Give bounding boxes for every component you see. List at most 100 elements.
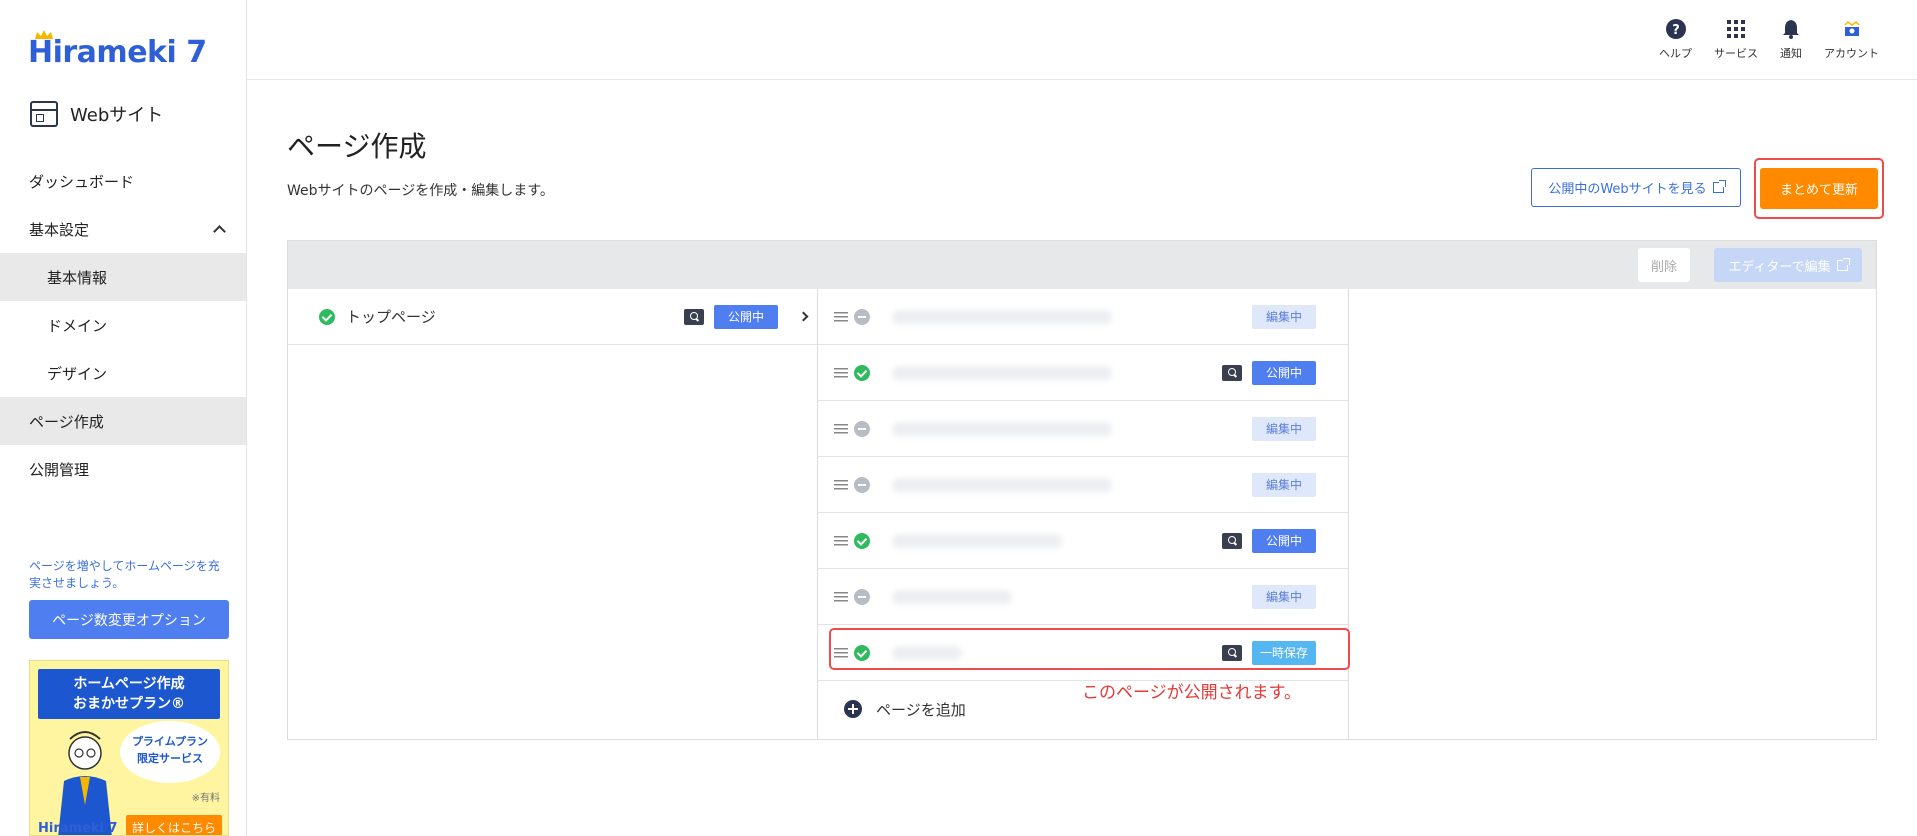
brand-logo[interactable]: Hirameki 7 [28,30,207,70]
sidebar-item-label: ドメイン [47,316,108,335]
page-count-option-button[interactable]: ページ数変更オプション [29,600,229,639]
drag-handle-icon[interactable] [834,311,848,322]
delete-button[interactable]: 削除 [1638,248,1690,282]
page-name-blurred [892,365,1112,380]
view-published-site-button[interactable]: 公開中のWebサイトを見る [1531,168,1741,207]
account-label: アカウント [1824,47,1879,60]
child-page-row[interactable]: 編集中 [818,401,1348,457]
sidebar-item-label: 基本設定 [29,220,90,239]
row-actions: 公開中 [1222,528,1316,553]
chevron-up-icon [213,225,226,238]
status-badge: 編集中 [1252,472,1316,497]
sidebar-item-design[interactable]: デザイン [0,349,246,397]
page-name-blurred [892,533,1062,548]
person-illustration [58,731,112,835]
page-title: ページ作成 [287,130,427,163]
draft-icon [854,420,870,437]
help-button[interactable]: ? ヘルプ [1659,18,1692,61]
services-button[interactable]: サービス [1714,18,1758,61]
add-icon [844,700,862,718]
bulk-update-button[interactable]: まとめて更新 [1760,168,1878,209]
child-page-row[interactable]: 編集中 [818,289,1348,345]
drag-handle-icon[interactable] [834,423,848,434]
services-label: サービス [1714,47,1758,60]
sidebar-item-label: ページ作成 [29,412,104,431]
view-site-label: 公開中のWebサイトを見る [1548,182,1707,197]
row-actions: 公開中 [1222,360,1316,385]
drag-handle-icon[interactable] [834,479,848,490]
draft-icon [854,588,870,605]
sidebar-item-basic-info[interactable]: 基本情報 [0,253,246,301]
preview-icon[interactable] [1222,364,1242,381]
annotation-text: このページが公開されます。 [1082,683,1301,703]
promo-text: ページを増やしてホームページを充実させましょう。 [29,559,220,590]
highlight-frame: まとめて更新 [1754,158,1884,219]
website-icon [30,101,58,127]
child-page-row[interactable]: 編集中 [818,569,1348,625]
published-check-icon [854,364,870,381]
status-badge: 公開中 [714,304,778,329]
sidebar-item-publish-management[interactable]: 公開管理 [0,445,246,493]
sidebar-item-label: デザイン [47,364,108,383]
row-actions: 編集中 [1252,304,1316,329]
banner-bubble: プライムプラン 限定サービス [120,721,220,783]
row-actions: 編集中 [1252,416,1316,441]
help-icon: ? [1665,18,1687,40]
notifications-button[interactable]: 通知 [1780,18,1802,61]
external-link-icon [1836,257,1850,271]
top-page-label: トップページ [346,308,436,326]
page-description: Webサイトのページを作成・編集します。 [287,183,554,199]
page-name-blurred [892,421,1112,436]
status-badge: 編集中 [1252,304,1316,329]
row-actions: 編集中 [1252,584,1316,609]
draft-icon [854,476,870,493]
banner-detail-button[interactable]: 詳しくはこちら [126,815,222,835]
sidebar-item-page-creation[interactable]: ページ作成 [0,397,246,445]
add-page-label: ページを追加 [876,700,966,719]
child-page-row[interactable]: 公開中 [818,513,1348,569]
child-page-row[interactable]: 編集中 [818,457,1348,513]
drag-handle-icon[interactable] [834,591,848,602]
external-link-icon [1712,180,1726,193]
parent-page-column: トップページ 公開中 [288,289,818,740]
svg-text:?: ? [1672,23,1680,38]
sidebar-item-domain[interactable]: ドメイン [0,301,246,349]
bell-icon [1780,18,1802,40]
published-check-icon [319,308,335,325]
sidebar-item-label: ダッシュボード [29,172,135,191]
sidebar-nav: ダッシュボード 基本設定 基本情報 ドメイン デザイン ページ作成 公開管理 [0,157,246,493]
panel-toolbar: 削除 エディターで編集 [288,241,1876,289]
sidebar-item-basic-settings[interactable]: 基本設定 [0,205,246,253]
row-actions: 編集中 [1252,472,1316,497]
account-button[interactable]: アカウント [1824,18,1879,61]
draft-icon [854,308,870,325]
header-icons: ? ヘルプ サービス 通知 アカウント [1659,18,1879,61]
page-name-blurred [892,589,1012,604]
help-label: ヘルプ [1659,47,1692,60]
plan-banner[interactable]: ホームページ作成 おまかせプラン® プライムプラン 限定サービス ※有料 Hir… [29,660,229,836]
sidebar: Hirameki 7 Webサイト ダッシュボード 基本設定 基本情報 ドメイン… [0,0,247,836]
top-page-actions: 公開中 [684,304,809,329]
preview-icon[interactable] [684,308,704,325]
website-section[interactable]: Webサイト [30,101,163,127]
website-label: Webサイト [70,105,164,126]
editor-button-label: エディターで編集 [1728,259,1831,275]
page-name-blurred [892,309,1112,324]
banner-note: ※有料 [191,793,220,804]
highlight-frame [829,628,1350,670]
chevron-right-icon[interactable] [798,311,809,322]
edit-in-editor-button[interactable]: エディターで編集 [1714,248,1862,282]
drag-handle-icon[interactable] [834,367,848,378]
drag-handle-icon[interactable] [834,535,848,546]
preview-icon[interactable] [1222,532,1242,549]
grid-icon [1725,18,1747,40]
banner-title: ホームページ作成 おまかせプラン® [38,669,220,719]
sidebar-item-dashboard[interactable]: ダッシュボード [0,157,246,205]
account-icon [1841,18,1863,40]
status-badge: 編集中 [1252,416,1316,441]
notifications-label: 通知 [1780,47,1802,60]
top-page-row[interactable]: トップページ 公開中 [288,289,817,345]
top-header: ? ヘルプ サービス 通知 アカウント [247,0,1917,80]
status-badge: 公開中 [1252,360,1316,385]
child-page-row[interactable]: 公開中 [818,345,1348,401]
